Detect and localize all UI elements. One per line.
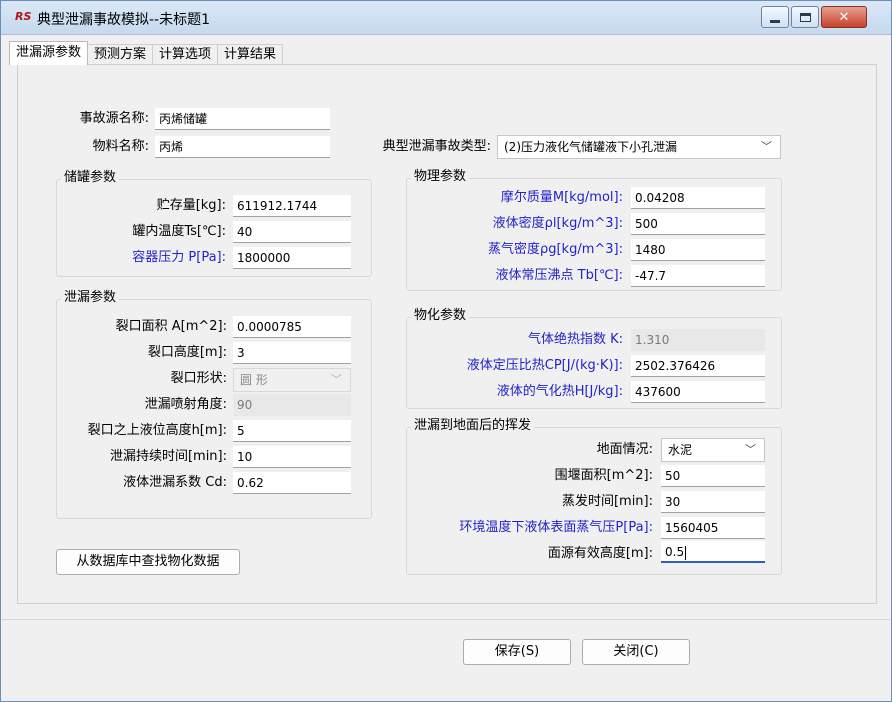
maximize-icon <box>799 12 811 22</box>
source-name-input[interactable]: 丙烯储罐 <box>155 108 330 130</box>
app-window: RS 典型泄漏事故模拟--未标题1 ✕ 泄漏源参数 预测方案 计算选项 计算结果… <box>0 0 892 702</box>
chevron-down-icon: ﹀ <box>745 443 756 456</box>
liquid-density-label: 液体密度ρl[kg/m^3]: <box>492 216 623 231</box>
tab-leak-source[interactable]: 泄漏源参数 <box>9 41 89 65</box>
maximize-button[interactable] <box>791 6 819 28</box>
save-button[interactable]: 保存(S) <box>463 639 571 665</box>
tab-forecast-plan[interactable]: 预测方案 <box>87 44 154 65</box>
source-name-label: 事故源名称: <box>79 111 149 126</box>
text-caret <box>685 545 687 560</box>
tank-temp-label: 罐内温度Ts[℃]: <box>132 224 226 239</box>
liquid-level-input[interactable]: 5 <box>233 420 351 442</box>
footer-divider <box>2 619 890 620</box>
vessel-pressure-label: 容器压力 P[Pa]: <box>132 250 226 265</box>
tab-bar: 泄漏源参数 预测方案 计算选项 计算结果 <box>9 41 284 65</box>
minimize-icon <box>770 19 780 23</box>
app-logo-icon: RS <box>15 10 32 23</box>
tab-calc-results[interactable]: 计算结果 <box>217 44 284 65</box>
chemical-params-title: 物化参数 <box>411 308 470 324</box>
evaporation-time-label: 蒸发时间[min]: <box>561 494 653 509</box>
accident-type-select[interactable]: (2)压力液化气储罐液下小孔泄漏 ﹀ <box>497 135 781 159</box>
physical-params-title: 物理参数 <box>411 169 470 185</box>
adiabatic-index-input[interactable]: 1.310 <box>631 329 765 351</box>
molar-mass-label: 摩尔质量M[kg/mol]: <box>500 190 623 205</box>
source-height-value: 0.5 <box>665 545 685 559</box>
ground-condition-select[interactable]: 水泥 ﹀ <box>661 438 765 462</box>
boiling-point-input[interactable]: -47.7 <box>631 265 765 287</box>
leak-params-title: 泄漏参数 <box>61 290 120 306</box>
leak-shape-value: 圆 形 <box>240 373 268 387</box>
vapor-density-label: 蒸气密度ρg[kg/m^3]: <box>487 242 623 257</box>
storage-input[interactable]: 611912.1744 <box>233 195 351 217</box>
leak-coefficient-input[interactable]: 0.62 <box>233 472 351 494</box>
minimize-button[interactable] <box>761 6 789 28</box>
accident-type-value: (2)压力液化气储罐液下小孔泄漏 <box>504 140 677 154</box>
leak-coefficient-label: 液体泄漏系数 Cd: <box>123 475 227 490</box>
tank-params-title: 储罐参数 <box>61 170 120 186</box>
boiling-point-label: 液体常压沸点 Tb[℃]: <box>495 268 623 283</box>
chevron-down-icon: ﹀ <box>331 373 342 386</box>
close-button[interactable]: 关闭(C) <box>582 639 690 665</box>
vapor-density-input[interactable]: 1480 <box>631 239 765 261</box>
evaporation-title: 泄漏到地面后的挥发 <box>411 418 535 434</box>
storage-label: 贮存量[kg]: <box>156 198 226 213</box>
close-window-button[interactable]: ✕ <box>821 6 867 28</box>
tank-temp-input[interactable]: 40 <box>233 221 351 243</box>
ground-condition-label: 地面情况: <box>596 442 653 457</box>
title-bar: RS 典型泄漏事故模拟--未标题1 ✕ <box>1 1 891 35</box>
window-title: 典型泄漏事故模拟--未标题1 <box>37 12 211 28</box>
tab-calc-options[interactable]: 计算选项 <box>152 44 219 65</box>
leak-height-label: 裂口高度[m]: <box>147 345 227 360</box>
source-height-label: 面源有效高度[m]: <box>547 546 653 561</box>
lookup-database-button[interactable]: 从数据库中查找物化数据 <box>56 549 240 575</box>
source-height-input[interactable]: 0.5 <box>661 541 765 563</box>
specific-heat-label: 液体定压比热CP[J/(kg·K)]: <box>466 358 623 373</box>
liquid-density-input[interactable]: 500 <box>631 213 765 235</box>
bund-area-label: 围堰面积[m^2]: <box>554 468 653 483</box>
vaporization-heat-label: 液体的气化热H[J/kg]: <box>496 384 623 399</box>
vessel-pressure-input[interactable]: 1800000 <box>233 247 351 269</box>
specific-heat-input[interactable]: 2502.376426 <box>631 355 765 377</box>
material-name-input[interactable]: 丙烯 <box>155 136 330 158</box>
liquid-level-label: 裂口之上液位高度h[m]: <box>87 423 227 438</box>
bund-area-input[interactable]: 50 <box>661 465 765 487</box>
adiabatic-index-label: 气体绝热指数 K: <box>527 332 623 347</box>
vapor-pressure-input[interactable]: 1560405 <box>661 517 765 539</box>
close-icon: ✕ <box>838 9 850 25</box>
molar-mass-input[interactable]: 0.04208 <box>631 187 765 209</box>
material-name-label: 物料名称: <box>92 139 149 154</box>
leak-duration-label: 泄漏持续时间[min]: <box>109 449 227 464</box>
jet-angle-input[interactable]: 90 <box>233 394 351 416</box>
leak-area-input[interactable]: 0.0000785 <box>233 316 351 338</box>
chevron-down-icon: ﹀ <box>761 140 772 153</box>
vapor-pressure-label: 环境温度下液体表面蒸气压P[Pa]: <box>459 520 653 535</box>
accident-type-label: 典型泄漏事故类型: <box>382 139 491 154</box>
leak-shape-select[interactable]: 圆 形 ﹀ <box>233 368 351 392</box>
leak-duration-input[interactable]: 10 <box>233 446 351 468</box>
leak-area-label: 裂口面积 A[m^2]: <box>115 319 227 334</box>
leak-height-input[interactable]: 3 <box>233 342 351 364</box>
jet-angle-label: 泄漏喷射角度: <box>144 397 227 412</box>
ground-condition-value: 水泥 <box>668 443 693 457</box>
vaporization-heat-input[interactable]: 437600 <box>631 381 765 403</box>
evaporation-time-input[interactable]: 30 <box>661 491 765 513</box>
leak-shape-label: 裂口形状: <box>170 371 227 386</box>
